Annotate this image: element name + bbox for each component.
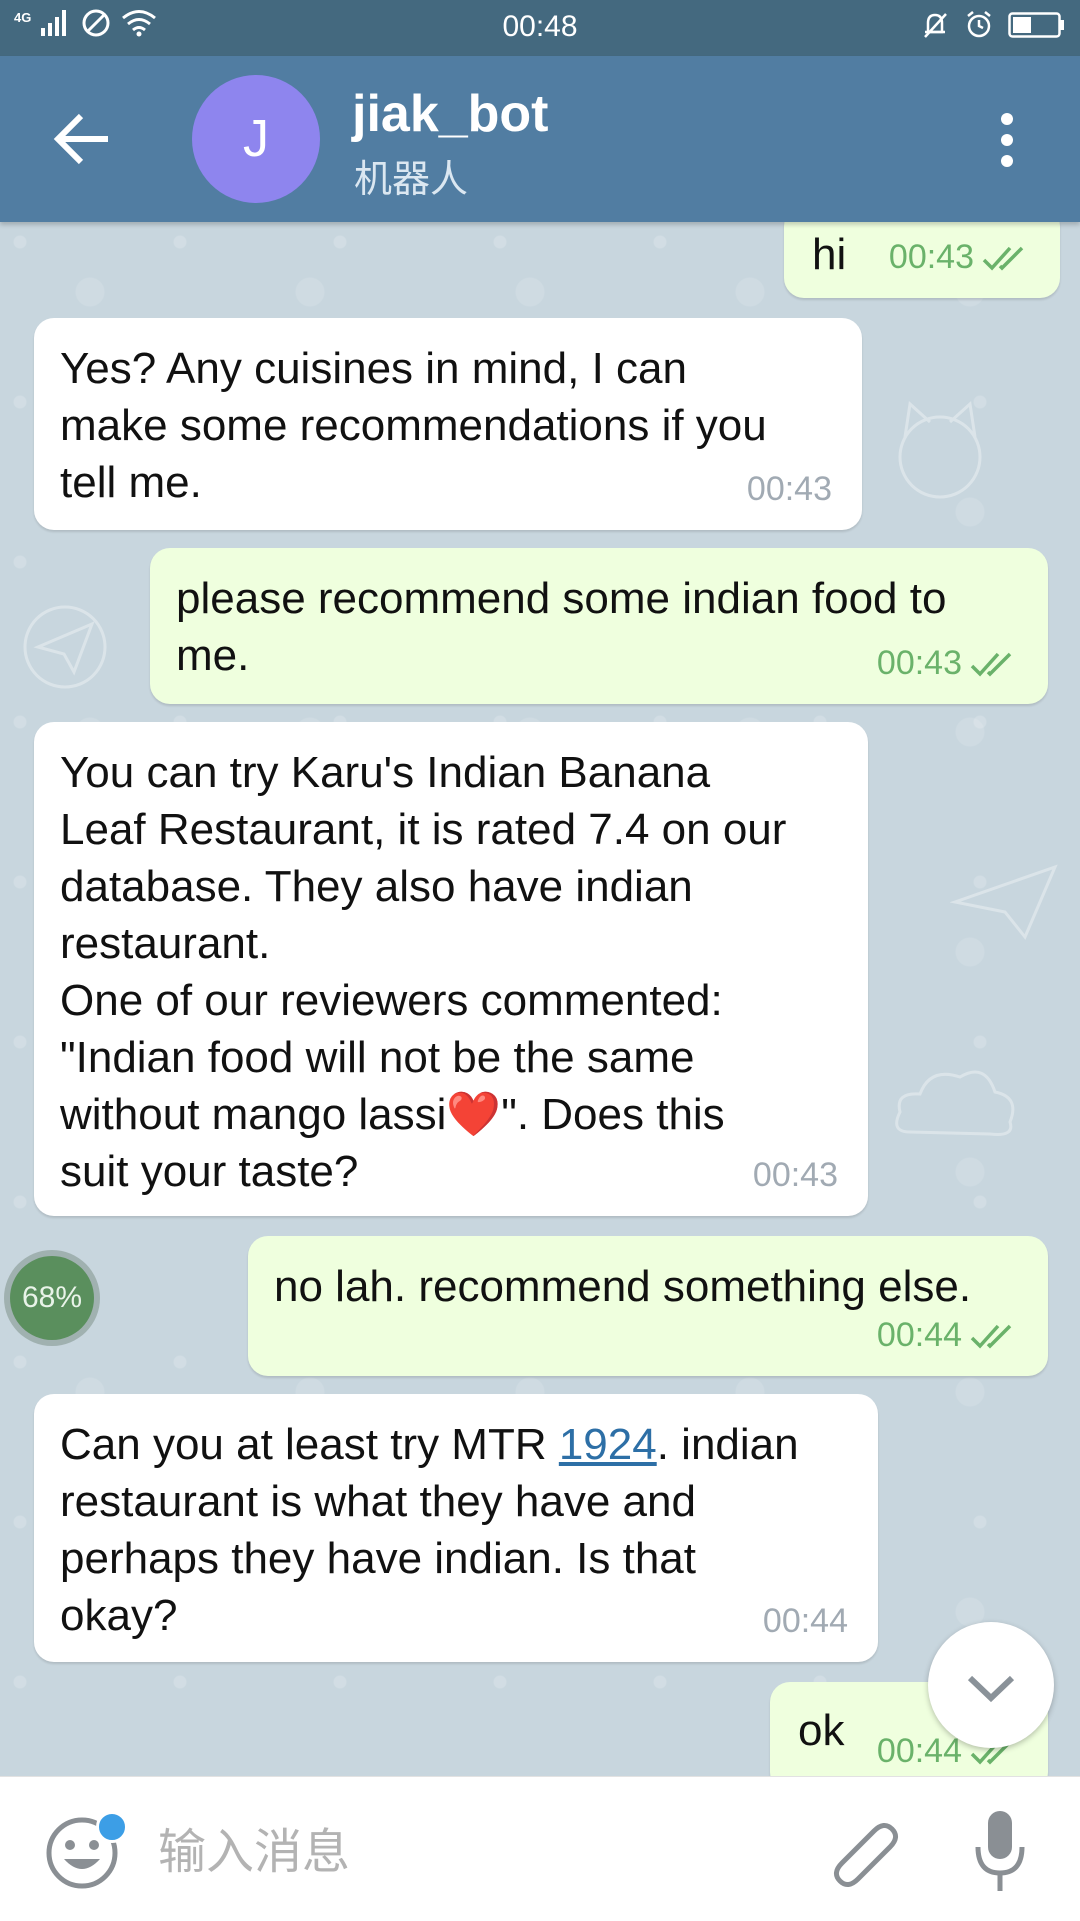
message-text: Can you at least try MTR 1924. indian re…: [60, 1416, 852, 1644]
bell-off-icon: [924, 13, 947, 38]
message-composer: [0, 1776, 1080, 1921]
message-text: You can try Karu's Indian Banana Leaf Re…: [60, 748, 787, 1196]
double-check-icon: [970, 1324, 1012, 1349]
scroll-down-button[interactable]: [928, 1622, 1054, 1748]
message-outgoing[interactable]: no lah. recommend something else. 00:44: [248, 1236, 1048, 1376]
message-meta: 00:43: [747, 461, 832, 518]
message-time: 00:43: [876, 644, 962, 682]
clock: 00:48: [502, 10, 578, 43]
back-arrow-icon[interactable]: [52, 108, 114, 170]
message-incoming[interactable]: Can you at least try MTR 1924. indian re…: [34, 1394, 878, 1662]
double-check-icon: [970, 652, 1012, 677]
message-meta: 00:44: [877, 1307, 1018, 1364]
message-time: 00:43: [888, 238, 974, 276]
message-incoming[interactable]: Yes? Any cuisines in mind, I can make so…: [34, 318, 862, 530]
double-check-icon: [982, 246, 1024, 271]
message-time: 00:43: [752, 1156, 838, 1194]
paper-plane-doodle: [23, 605, 107, 689]
cat-doodle: [898, 401, 982, 499]
upload-progress[interactable]: 68%: [10, 1256, 94, 1340]
chat-title[interactable]: jiak_bot: [352, 84, 549, 144]
message-meta: 00:43: [877, 635, 1018, 692]
avatar[interactable]: J: [192, 75, 320, 203]
status-bar: 4G 00:48: [0, 0, 1080, 56]
message-meta: 00:44: [763, 1593, 848, 1650]
mic-icon[interactable]: [970, 1807, 1030, 1895]
cloud-doodle: [895, 1070, 1015, 1136]
message-link[interactable]: 1924: [559, 1420, 657, 1469]
message-text-part: Can you at least try MTR: [60, 1420, 559, 1469]
message-text: Yes? Any cuisines in mind, I can make so…: [60, 344, 767, 507]
chat-subtitle: 机器人: [354, 159, 469, 201]
paper-plane-doodle: [950, 864, 1058, 940]
attach-icon[interactable]: [826, 1811, 906, 1891]
message-outgoing[interactable]: please recommend some indian food to me.…: [150, 548, 1048, 704]
message-meta: 00:43: [889, 229, 1030, 286]
message-time: 00:43: [746, 470, 832, 508]
message-input[interactable]: [156, 1813, 800, 1891]
battery-icon: [1008, 12, 1064, 38]
more-vert-icon[interactable]: [990, 112, 1024, 168]
chevron-down-icon: [967, 1675, 1015, 1703]
message-time: 00:44: [876, 1316, 962, 1354]
chat-toolbar: J jiak_bot 机器人: [0, 56, 1080, 222]
message-time: 00:44: [762, 1602, 848, 1640]
message-meta: 00:43: [753, 1147, 838, 1204]
alarm-icon: [967, 11, 991, 38]
new-stickers-dot: [96, 1811, 128, 1843]
message-incoming[interactable]: You can try Karu's Indian Banana Leaf Re…: [34, 722, 868, 1216]
